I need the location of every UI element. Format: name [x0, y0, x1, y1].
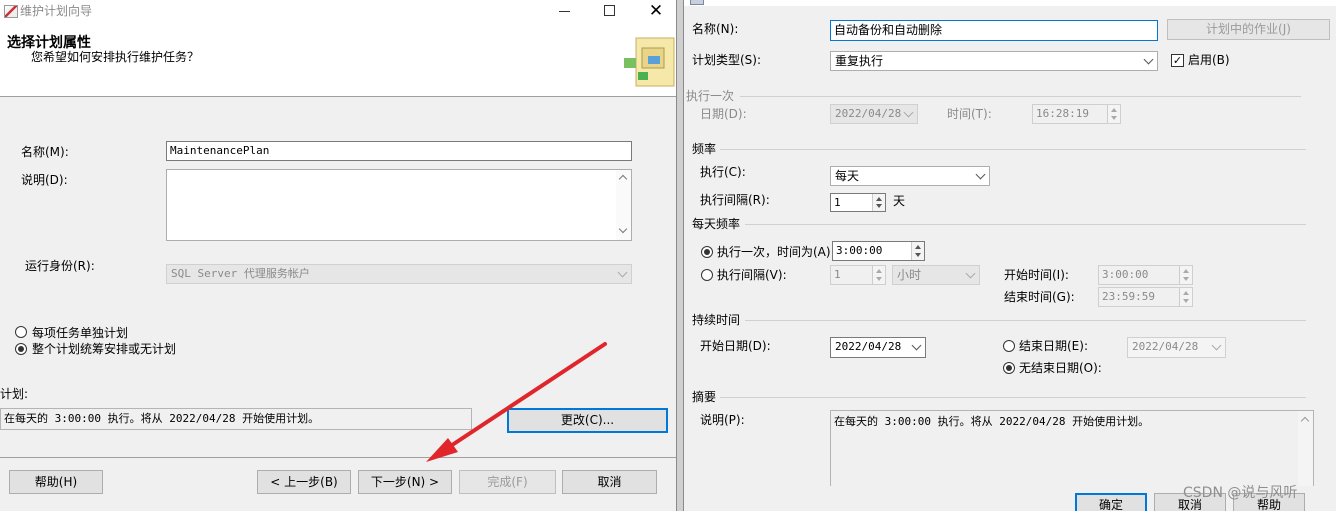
watermark: CSDN @说与风听: [1183, 485, 1298, 501]
annotation-arrow: [426, 342, 607, 462]
arrow-head-icon: [426, 438, 458, 462]
arrow-shaft: [438, 342, 607, 455]
